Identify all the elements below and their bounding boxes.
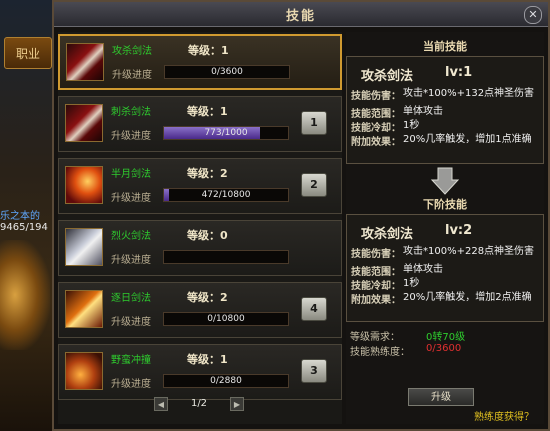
skill-icon[interactable] xyxy=(65,104,103,142)
skill-icon[interactable] xyxy=(66,43,104,81)
next-skill-level: lv:2 xyxy=(445,223,473,238)
tab-profession[interactable]: 职业 xyxy=(4,37,52,69)
skill-icon[interactable] xyxy=(65,166,103,204)
progress-label: 升级进度 xyxy=(111,131,151,142)
skill-detail-panel: 当前技能 攻杀剑法 lv:1 技能伤害： 攻击*100%+132点神圣伤害 技能范围… xyxy=(346,32,544,424)
skill-row[interactable]: 烈火剑法 等级：0 升级进度 xyxy=(58,220,342,276)
current-skill-box: 攻杀剑法 lv:1 技能伤害： 攻击*100%+132点神圣伤害 技能范围： 单体攻击… xyxy=(346,56,544,164)
progress-bar: 0/3600 xyxy=(164,65,290,79)
field-label: 技能伤害： xyxy=(351,91,401,102)
skill-row[interactable]: 攻杀剑法 等级：1 升级进度 0/3600 xyxy=(58,34,342,90)
skill-name: 半月剑法 xyxy=(111,169,151,180)
proficiency-help-link[interactable]: 熟练度获得？ xyxy=(474,408,534,423)
progress-text: 0/2880 xyxy=(210,376,242,386)
field-value: 1秒 xyxy=(403,120,420,131)
pager: ◀ 1/2 ▶ xyxy=(154,396,244,414)
field-value: 攻击*100%+132点神圣伤害 xyxy=(403,88,535,99)
skill-level: 等级：0 xyxy=(187,229,228,242)
skill-row[interactable]: 逐日剑法 等级：2 升级进度 0/10800 4 xyxy=(58,282,342,338)
progress-bar: 0/10800 xyxy=(163,312,289,326)
skill-name: 刺杀剑法 xyxy=(111,107,151,118)
skill-level: 等级：1 xyxy=(187,105,228,118)
progress-bar: 0/2880 xyxy=(163,374,289,388)
skill-icon[interactable] xyxy=(65,352,103,390)
field-value: 单体攻击 xyxy=(403,106,443,117)
titlebar: 技能 ✕ xyxy=(54,2,548,27)
skill-level: 等级：2 xyxy=(187,291,228,304)
skill-icon[interactable] xyxy=(65,290,103,328)
field-label: 技能范围： xyxy=(351,267,401,278)
field-label: 附加效果： xyxy=(351,295,401,306)
skill-row[interactable]: 半月剑法 等级：2 升级进度 472/10800 2 xyxy=(58,158,342,214)
skill-level: 等级：1 xyxy=(188,44,229,57)
skill-list: 攻杀剑法 等级：1 升级进度 0/3600 刺杀剑法 等级：1 升级进度 773/1000 1 半… xyxy=(58,32,342,424)
progress-text: 0/3600 xyxy=(211,67,243,77)
close-button[interactable]: ✕ xyxy=(524,6,542,24)
arrow-right-icon: ▶ xyxy=(233,400,241,409)
field-label: 附加效果： xyxy=(351,137,401,148)
hotkey-badge[interactable]: 4 xyxy=(301,297,327,321)
next-skill-box: 攻杀剑法 lv:2 技能伤害： 攻击*100%+228点神圣伤害 技能范围： 单体攻击… xyxy=(346,214,544,322)
field-value: 1秒 xyxy=(403,278,420,289)
next-page-button[interactable]: ▶ xyxy=(230,397,244,411)
current-skill-header: 当前技能 xyxy=(423,40,467,53)
field-value: 攻击*100%+228点神圣伤害 xyxy=(403,246,535,257)
level-requirement-label: 等级需求： xyxy=(350,332,400,343)
next-skill-header: 下阶技能 xyxy=(423,198,467,211)
skill-name: 攻杀剑法 xyxy=(112,46,152,57)
hotkey-badge[interactable]: 1 xyxy=(301,111,327,135)
skill-row[interactable]: 刺杀剑法 等级：1 升级进度 773/1000 1 xyxy=(58,96,342,152)
level-requirement-value: 0转70级 xyxy=(426,332,466,343)
progress-bar xyxy=(163,250,289,264)
skill-row[interactable]: 野蛮冲撞 等级：1 升级进度 0/2880 3 xyxy=(58,344,342,400)
field-value: 单体攻击 xyxy=(403,264,443,275)
current-skill-level: lv:1 xyxy=(445,65,473,80)
field-label: 技能冷却： xyxy=(351,281,401,292)
progress-bar: 773/1000 xyxy=(163,126,289,140)
field-label: 技能冷却： xyxy=(351,123,401,134)
hotkey-badge[interactable]: 2 xyxy=(301,173,327,197)
character-hp: 9465/194 xyxy=(0,222,48,233)
progress-text: 0/10800 xyxy=(207,314,245,324)
window-title: 技能 xyxy=(285,9,316,24)
skill-name: 野蛮冲撞 xyxy=(111,355,151,366)
skill-name: 烈火剑法 xyxy=(111,231,151,242)
skill-level: 等级：1 xyxy=(187,353,228,366)
field-label: 技能伤害： xyxy=(351,249,401,260)
progress-text: 472/10800 xyxy=(201,190,251,200)
character-name: 乐之本的 xyxy=(0,211,40,222)
field-label: 技能范围： xyxy=(351,109,401,120)
field-value: 20%几率触发，增加1点准确 xyxy=(403,134,532,145)
skill-name: 逐日剑法 xyxy=(111,293,151,304)
progress-label: 升级进度 xyxy=(111,379,151,390)
close-icon: ✕ xyxy=(528,8,538,21)
field-value: 20%几率触发，增加2点准确 xyxy=(403,292,532,303)
skills-window: 技能 ✕ 攻杀剑法 等级：1 升级进度 0/3600 刺杀剑法 等级：1 升级进度 773/1… xyxy=(52,0,550,431)
proficiency-value: 0/3600 xyxy=(426,343,462,354)
down-arrow-icon xyxy=(430,167,460,195)
upgrade-button[interactable]: 升级 xyxy=(408,388,474,406)
hotkey-badge[interactable]: 3 xyxy=(301,359,327,383)
skill-level: 等级：2 xyxy=(187,167,228,180)
character-sprite xyxy=(0,240,50,350)
progress-label: 升级进度 xyxy=(111,317,151,328)
progress-label: 升级进度 xyxy=(112,70,152,81)
page-indicator: 1/2 xyxy=(190,398,208,409)
prev-page-button[interactable]: ◀ xyxy=(154,397,168,411)
arrow-left-icon: ◀ xyxy=(157,400,165,409)
proficiency-label: 技能熟练度： xyxy=(350,347,410,358)
progress-text: 773/1000 xyxy=(204,128,248,138)
current-skill-name: 攻杀剑法 xyxy=(361,69,414,84)
skill-icon[interactable] xyxy=(65,228,103,266)
progress-label: 升级进度 xyxy=(111,193,151,204)
progress-label: 升级进度 xyxy=(111,255,151,266)
next-skill-name: 攻杀剑法 xyxy=(361,227,414,242)
progress-bar: 472/10800 xyxy=(163,188,289,202)
